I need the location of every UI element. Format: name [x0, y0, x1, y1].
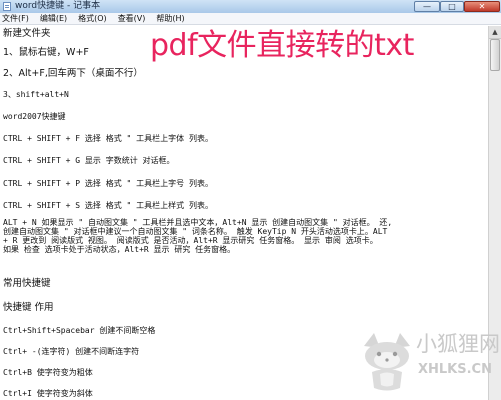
- text-line: 2、Alt+F,回车两下（桌面不行）: [3, 68, 143, 79]
- scroll-up-arrow-icon[interactable]: ▲: [489, 26, 501, 39]
- watermark-text-en: XHLKS.CN: [418, 362, 492, 377]
- menu-file[interactable]: 文件(F): [2, 13, 29, 25]
- text-line: Ctrl+Shift+Spacebar 创建不间断空格: [3, 326, 156, 335]
- text-line: 如果 检查 选项卡处于活动状态，Alt+R 显示 研究 任务窗格。: [3, 245, 236, 254]
- close-button[interactable]: ✕: [464, 1, 500, 12]
- text-line: CTRL + SHIFT + S 选择 格式 " 工具栏上样式 列表。: [3, 201, 213, 210]
- text-line: 1、鼠标右键，W+F: [3, 47, 89, 58]
- notepad-window: word快捷键 - 记事本 — □ ✕ 文件(F) 编辑(E) 格式(O) 查看…: [0, 0, 501, 400]
- text-line: CTRL + SHIFT + G 显示 字数统计 对话框。: [3, 156, 175, 165]
- watermark-text-cn: 小狐狸网: [416, 332, 500, 356]
- maximize-button[interactable]: □: [440, 1, 464, 12]
- title-bar[interactable]: word快捷键 - 记事本 — □ ✕: [0, 0, 501, 14]
- text-line: Ctrl+I 使字符变为斜体: [3, 389, 93, 398]
- text-line: Ctrl+B 使字符变为粗体: [3, 368, 93, 377]
- menu-help[interactable]: 帮助(H): [156, 13, 184, 25]
- window-title: word快捷键 - 记事本: [15, 1, 101, 11]
- text-line: 快捷键 作用: [3, 302, 54, 313]
- text-line: word2007快捷键: [3, 112, 66, 121]
- text-line: CTRL + SHIFT + P 选择 格式 " 工具栏上字号 列表。: [3, 179, 213, 188]
- notepad-icon: [3, 2, 11, 11]
- text-line: CTRL + SHIFT + F 选择 格式 " 工具栏上字体 列表。: [3, 134, 213, 143]
- text-line: 3、shift+alt+N: [3, 90, 69, 99]
- menu-view[interactable]: 查看(V): [118, 13, 146, 25]
- site-watermark: 小狐狸网 XHLKS.CN: [358, 322, 500, 396]
- menu-format[interactable]: 格式(O): [78, 13, 107, 25]
- menu-edit[interactable]: 编辑(E): [40, 13, 67, 25]
- minimize-button[interactable]: —: [414, 1, 440, 12]
- fox-logo-icon: [364, 333, 410, 391]
- text-line: 常用快捷键: [3, 278, 51, 289]
- text-line: Ctrl+ -(连字符) 创建不间断连字符: [3, 347, 140, 356]
- overlay-caption: pdf文件直接转的txt: [150, 28, 414, 63]
- menu-bar: 文件(F) 编辑(E) 格式(O) 查看(V) 帮助(H): [0, 13, 501, 25]
- scroll-thumb[interactable]: [490, 39, 500, 71]
- text-line: 新建文件夹: [3, 28, 51, 39]
